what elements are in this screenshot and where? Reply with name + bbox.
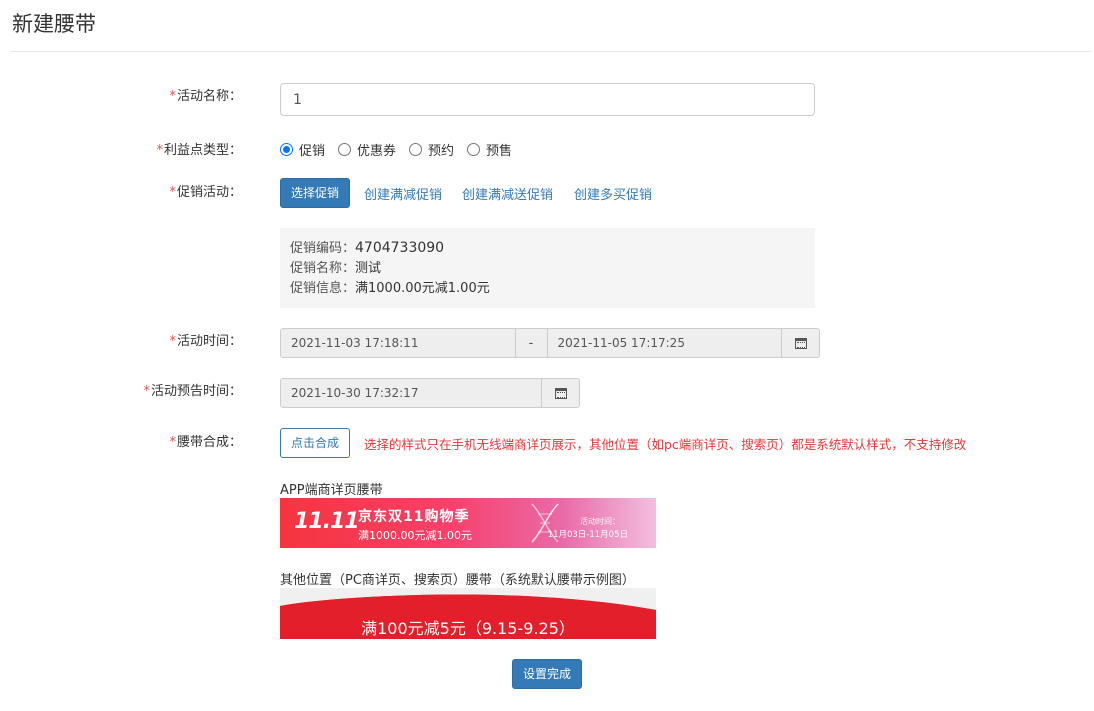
promotion-code-row: 促销编码：4704733090 bbox=[290, 240, 445, 256]
activity-time-label: *活动时间： bbox=[169, 334, 242, 349]
radio-button[interactable] bbox=[409, 143, 423, 156]
required-mark: * bbox=[143, 384, 150, 399]
pc-banner-text: 满100元减5元（9.15-9.25） bbox=[361, 619, 575, 638]
activity-end-time-input[interactable]: 2021-11-05 17:17:25 bbox=[547, 329, 782, 357]
compose-button[interactable]: 点击合成 bbox=[280, 428, 350, 458]
radio-option-coupon[interactable]: 优惠券 bbox=[338, 140, 396, 159]
radio-option-presale[interactable]: 预售 bbox=[467, 140, 512, 159]
banner-time-range: 11月03日-11月05日 bbox=[547, 530, 628, 540]
calendar-icon bbox=[794, 337, 807, 349]
settings-done-button[interactable]: 设置完成 bbox=[512, 659, 582, 689]
create-multi-buy-link[interactable]: 创建多买促销 bbox=[574, 184, 652, 203]
calendar-button[interactable] bbox=[781, 329, 819, 357]
date-range-separator: - bbox=[514, 329, 548, 357]
pc-banner-title: 其他位置（PC商详页、搜索页）腰带（系统默认腰带示例图） bbox=[280, 573, 635, 588]
activity-name-input[interactable] bbox=[280, 83, 815, 116]
banner-subline: 满1000.00元减1.00元 bbox=[358, 529, 472, 542]
title-divider bbox=[10, 51, 1092, 52]
benefit-type-radio-group: 促销 优惠券 预约 预售 bbox=[280, 140, 525, 159]
radio-button[interactable] bbox=[280, 143, 293, 156]
create-full-reduction-link[interactable]: 创建满减促销 bbox=[364, 184, 442, 203]
promotion-name: 测试 bbox=[355, 261, 382, 276]
radio-option-promotion[interactable]: 促销 bbox=[280, 140, 325, 159]
activity-start-time-input[interactable]: 2021-11-03 17:18:11 bbox=[281, 329, 515, 357]
activity-name-label: *活动名称： bbox=[169, 89, 242, 104]
preview-time-input[interactable]: 2021-10-30 17:32:17 bbox=[281, 379, 542, 407]
create-full-reduction-gift-link[interactable]: 创建满减送促销 bbox=[462, 184, 553, 203]
pc-belt-banner: 满100元减5元（9.15-9.25） bbox=[280, 588, 656, 639]
preview-time-label: *活动预告时间： bbox=[143, 384, 242, 399]
benefit-type-label: *利益点类型： bbox=[156, 143, 242, 158]
belt-compose-label: *腰带合成： bbox=[169, 435, 242, 450]
page-title: 新建腰带 bbox=[12, 12, 96, 36]
required-mark: * bbox=[169, 435, 176, 450]
promotion-info-row: 促销信息：满1000.00元减1.00元 bbox=[290, 281, 490, 296]
double-eleven-logo: 11.11 bbox=[294, 509, 360, 534]
preview-time-range: 2021-10-30 17:32:17 bbox=[280, 378, 580, 408]
required-mark: * bbox=[169, 185, 176, 200]
required-mark: * bbox=[169, 334, 176, 349]
promotion-code: 4704733090 bbox=[355, 240, 445, 256]
app-banner-title: APP端商详页腰带 bbox=[280, 483, 383, 498]
required-mark: * bbox=[156, 143, 163, 158]
promotion-name-row: 促销名称：测试 bbox=[290, 261, 382, 276]
compose-warning-text: 选择的样式只在手机无线端商详页展示，其他位置（如pc端商详页、搜索页）都是系统默… bbox=[364, 437, 967, 452]
promo-activity-label: *促销活动： bbox=[169, 185, 242, 200]
banner-headline: 京东双11购物季 bbox=[358, 509, 470, 525]
radio-button[interactable] bbox=[338, 143, 352, 156]
required-mark: * bbox=[169, 89, 176, 104]
calendar-icon bbox=[554, 387, 567, 399]
radio-option-reservation[interactable]: 预约 bbox=[409, 140, 454, 159]
activity-time-range: 2021-11-03 17:18:11 - 2021-11-05 17:17:2… bbox=[280, 328, 820, 358]
promotion-info: 满1000.00元减1.00元 bbox=[355, 281, 490, 296]
calendar-button[interactable] bbox=[541, 379, 579, 407]
promotion-info-box: 促销编码：4704733090 促销名称：测试 促销信息：满1000.00元减1… bbox=[280, 228, 815, 308]
radio-button[interactable] bbox=[467, 143, 481, 156]
app-belt-banner: 11.11 京东双11购物季 满1000.00元减1.00元 活动时间： 11月… bbox=[280, 498, 656, 548]
select-promotion-button[interactable]: 选择促销 bbox=[280, 178, 350, 208]
banner-time-label: 活动时间： bbox=[580, 517, 620, 526]
